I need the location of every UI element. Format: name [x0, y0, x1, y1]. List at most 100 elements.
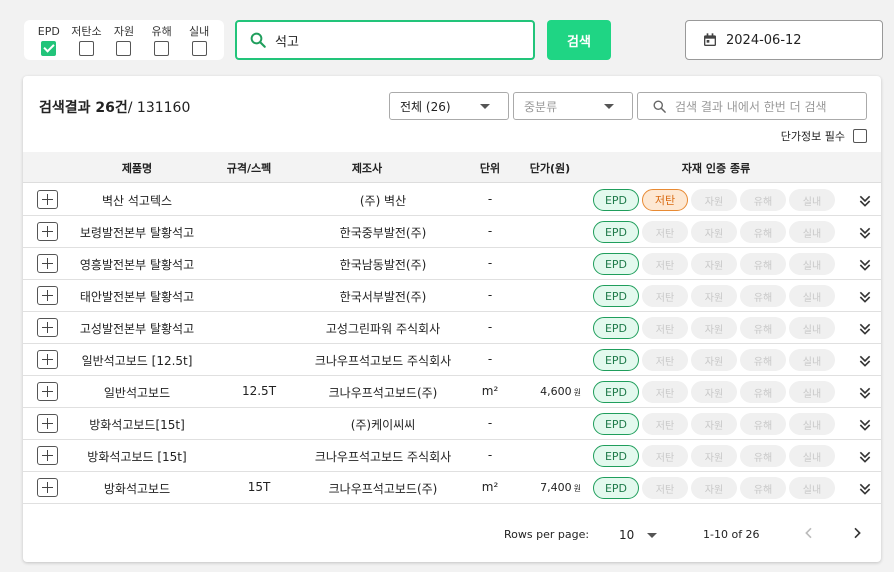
expand-row-icon[interactable]	[37, 318, 58, 337]
product-name: 보령발전본부 탈황석고	[79, 226, 195, 240]
manufacturer: 크나우프석고보드(주)	[328, 482, 438, 496]
certification-badge: EPD	[593, 221, 639, 243]
product-name: 방화석고보드	[103, 482, 171, 496]
dropdown-caret-icon	[604, 104, 614, 109]
table-row[interactable]: 일반석고보드 [12.5t] 크나우프석고보드 주식회사 - EPD 저탄 자원 유해 실내	[23, 344, 881, 376]
chevron-double-down-icon[interactable]	[857, 289, 873, 309]
search-within-field[interactable]: 검색 결과 내에서 한번 더 검색	[637, 92, 867, 120]
filter-label: 자원	[113, 25, 135, 38]
expand-row-icon[interactable]	[37, 190, 58, 209]
certification-badge: 자원	[691, 285, 737, 307]
price-required-checkbox[interactable]	[853, 129, 867, 143]
table-row[interactable]: 태안발전본부 탈황석고 한국서부발전(주) - EPD 저탄 자원 유해 실내	[23, 280, 881, 312]
expand-row-icon[interactable]	[37, 222, 58, 241]
chevron-double-down-icon[interactable]	[857, 353, 873, 373]
manufacturer: 한국중부발전(주)	[339, 226, 427, 240]
certification-badge: 저탄	[642, 381, 688, 403]
results-card: 검색결과 26건/ 131160 전체 (26) 중분류 검색 결과 내에서 한…	[23, 76, 881, 562]
table-row[interactable]: 방화석고보드 15T 크나우프석고보드(주) m² 7,400 원 EPD 저탄 자원 유해 실내	[23, 472, 881, 504]
filter-checkbox[interactable]	[116, 41, 132, 56]
expand-row-icon[interactable]	[37, 254, 58, 273]
rows-per-page-select[interactable]: 10	[619, 528, 634, 542]
filter-item[interactable]: 자원	[105, 25, 143, 60]
unit: -	[487, 352, 493, 366]
expand-row-icon[interactable]	[37, 478, 58, 497]
manufacturer: (주) 벽산	[359, 194, 407, 208]
unit-price	[511, 353, 581, 366]
category-all-select[interactable]: 전체 (26)	[389, 92, 509, 120]
table-row[interactable]: 영흥발전본부 탈황석고 한국남동발전(주) - EPD 저탄 자원 유해 실내	[23, 248, 881, 280]
chevron-double-down-icon[interactable]	[857, 225, 873, 245]
certification-badges: EPD 저탄 자원 유해 실내	[593, 189, 838, 211]
product-name: 일반석고보드 [12.5t]	[81, 354, 193, 368]
certification-badge: 실내	[789, 349, 835, 371]
category-mid-select[interactable]: 중분류	[513, 92, 633, 120]
certification-badge: 자원	[691, 381, 737, 403]
expand-row-icon[interactable]	[37, 414, 58, 433]
expand-row-icon[interactable]	[37, 286, 58, 305]
manufacturer: (주)케이씨씨	[350, 418, 416, 432]
date-picker[interactable]: 2024-06-12	[685, 20, 883, 60]
product-name: 일반석고보드	[103, 386, 171, 400]
filter-checkbox[interactable]	[41, 41, 57, 56]
unit: -	[487, 192, 493, 206]
unit: m²	[481, 384, 499, 398]
search-button[interactable]: 검색	[547, 20, 611, 60]
certification-badge: 저탄	[642, 477, 688, 499]
filter-label: EPD	[37, 25, 60, 38]
table-row[interactable]: 방화석고보드 [15t] 크나우프석고보드 주식회사 - EPD 저탄 자원 유해 실내	[23, 440, 881, 472]
unit-price	[511, 321, 581, 334]
chevron-double-down-icon[interactable]	[857, 449, 873, 469]
certification-badge: 자원	[691, 221, 737, 243]
expand-row-icon[interactable]	[37, 382, 58, 401]
filter-label: 유해	[151, 25, 172, 38]
filter-item[interactable]: EPD	[30, 25, 68, 60]
expand-row-icon[interactable]	[37, 350, 58, 369]
certification-badge: 저탄	[642, 349, 688, 371]
search-input[interactable]	[275, 32, 505, 48]
unit-price: 4,600 원	[540, 385, 581, 398]
product-name: 고성발전본부 탈황석고	[79, 322, 195, 336]
search-field[interactable]	[235, 20, 535, 60]
certification-badge: EPD	[593, 413, 639, 435]
next-page-icon[interactable]	[849, 525, 865, 541]
certification-badge: 실내	[789, 221, 835, 243]
certification-badge: 실내	[789, 189, 835, 211]
table-row[interactable]: 벽산 석고텍스 (주) 벽산 - EPD 저탄 자원 유해 실내	[23, 184, 881, 216]
filter-checkbox[interactable]	[78, 41, 94, 56]
chevron-double-down-icon[interactable]	[857, 385, 873, 405]
price-required-label: 단가정보 필수	[780, 130, 845, 143]
certification-badge: 자원	[691, 253, 737, 275]
certification-badges: EPD 저탄 자원 유해 실내	[593, 445, 838, 467]
table-row[interactable]: 방화석고보드[15t] (주)케이씨씨 - EPD 저탄 자원 유해 실내	[23, 408, 881, 440]
filter-item[interactable]: 유해	[143, 25, 181, 60]
certification-badge: 실내	[789, 285, 835, 307]
table-row[interactable]: 보령발전본부 탈황석고 한국중부발전(주) - EPD 저탄 자원 유해 실내	[23, 216, 881, 248]
table-row[interactable]: 일반석고보드 12.5T 크나우프석고보드(주) m² 4,600 원 EPD 저탄 자원 유해 실…	[23, 376, 881, 408]
certification-badge: 유해	[740, 445, 786, 467]
price-required-toggle[interactable]: 단가정보 필수	[781, 128, 867, 144]
chevron-double-down-icon[interactable]	[857, 481, 873, 501]
filter-item[interactable]: 실내	[180, 25, 218, 60]
chevron-double-down-icon[interactable]	[857, 321, 873, 341]
column-header: 단위	[479, 162, 501, 175]
filter-checkbox[interactable]	[191, 41, 207, 56]
chevron-double-down-icon[interactable]	[857, 417, 873, 437]
previous-page-icon[interactable]	[801, 525, 817, 541]
expand-row-icon[interactable]	[37, 446, 58, 465]
chevron-double-down-icon[interactable]	[857, 257, 873, 277]
filter-item[interactable]: 저탄소	[68, 25, 106, 60]
certification-badge: 저탄	[642, 445, 688, 467]
certification-badge: 실내	[789, 445, 835, 467]
unit: -	[487, 224, 493, 238]
unit: -	[487, 256, 493, 270]
dropdown-caret-icon	[480, 104, 490, 109]
column-header: 단가(원)	[529, 162, 571, 175]
certification-badge: 자원	[691, 445, 737, 467]
certification-badge: 유해	[740, 285, 786, 307]
chevron-double-down-icon[interactable]	[857, 193, 873, 213]
column-header: 제품명	[121, 162, 153, 175]
dropdown-caret-icon[interactable]	[647, 533, 657, 538]
table-row[interactable]: 고성발전본부 탈황석고 고성그린파워 주식회사 - EPD 저탄 자원 유해 실내	[23, 312, 881, 344]
filter-checkbox[interactable]	[154, 41, 170, 56]
